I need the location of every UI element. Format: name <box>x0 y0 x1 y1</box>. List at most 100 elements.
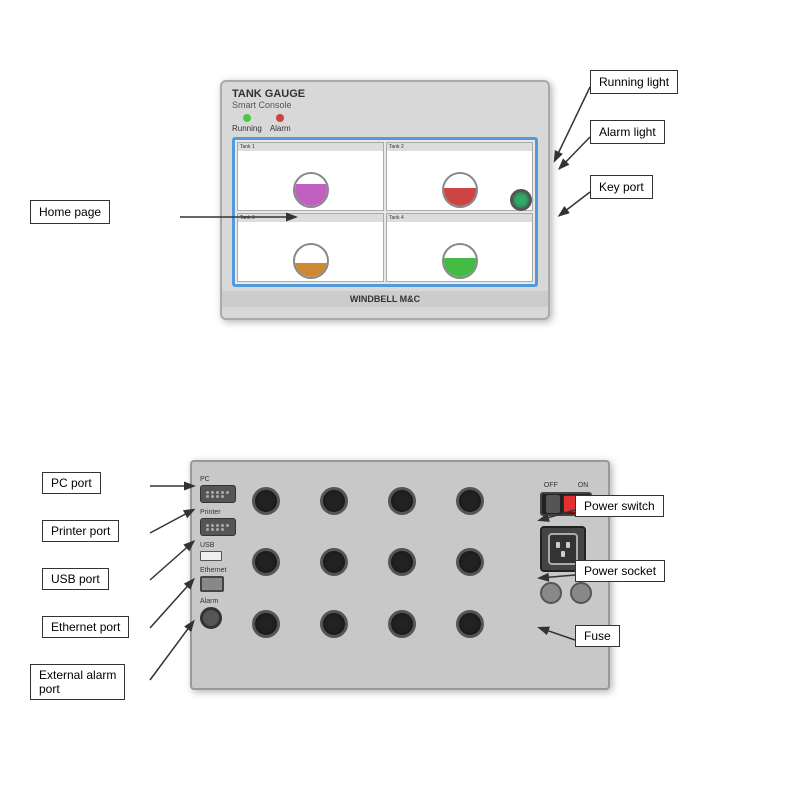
printer-port-label: Printer port <box>42 520 119 542</box>
pin <box>206 528 209 531</box>
tank-fill-4 <box>444 258 476 277</box>
power-socket-label: Power socket <box>575 560 665 582</box>
panel-title: TANK GAUGE <box>232 88 538 100</box>
pin <box>206 524 209 527</box>
tank-visual-1 <box>238 151 383 210</box>
pin <box>216 491 219 494</box>
external-alarm-label: External alarmport <box>30 664 125 700</box>
tank-cell-3: Tank 3 <box>237 213 384 282</box>
screen: Tank 1 Tank 2 Tank <box>232 137 538 287</box>
usb-port-label: USB port <box>42 568 109 590</box>
key-port-indicator[interactable] <box>510 189 532 211</box>
pin <box>226 491 229 494</box>
pin <box>206 491 209 494</box>
pc-port-label: PC port <box>42 472 101 494</box>
tank-header-2: Tank 2 <box>387 143 532 151</box>
running-light-label: Running light <box>590 70 678 94</box>
round-port-10[interactable] <box>320 610 348 638</box>
home-page-label: Home page <box>30 200 110 224</box>
round-port-12[interactable] <box>456 610 484 638</box>
tank-header-3: Tank 3 <box>238 214 383 222</box>
running-led <box>243 114 251 122</box>
indicator-row: Running Alarm <box>222 114 548 133</box>
running-label: Running <box>232 124 262 133</box>
round-port-9[interactable] <box>252 610 280 638</box>
brand-strip: WINDBELL M&C <box>222 291 548 307</box>
screen-inner: Tank 1 Tank 2 Tank <box>235 140 535 284</box>
round-port-11[interactable] <box>388 610 416 638</box>
ethernet-port-label: Ethernet port <box>42 616 129 638</box>
round-port-3[interactable] <box>388 487 416 515</box>
pin <box>221 524 224 527</box>
round-port-1[interactable] <box>252 487 280 515</box>
usb-label-small: USB <box>200 542 214 549</box>
fuse-cap-2[interactable] <box>570 582 592 604</box>
db9-pins-printer <box>206 524 230 531</box>
tank-fill-2 <box>444 188 476 206</box>
pin <box>216 528 219 531</box>
pc-db9[interactable] <box>200 485 236 503</box>
panel-header: TANK GAUGE Smart Console <box>222 82 548 112</box>
printer-port-item: Printer <box>200 509 236 536</box>
db9-pins-pc <box>206 491 230 498</box>
pc-port-item: PC <box>200 476 236 503</box>
iec-pin-g <box>561 551 565 557</box>
round-port-4[interactable] <box>456 487 484 515</box>
round-ports-grid <box>242 472 526 678</box>
alarm-connector[interactable] <box>200 607 222 629</box>
eth-label-small: Ethernet <box>200 567 226 574</box>
alarm-label-small: Alarm <box>200 598 218 605</box>
alarm-light-label: Alarm light <box>590 120 665 144</box>
alarm-port-item: Alarm <box>200 598 236 629</box>
tank-visual-4 <box>387 222 532 281</box>
tank-fill-3 <box>295 263 327 277</box>
panel-subtitle: Smart Console <box>232 100 538 110</box>
round-port-7[interactable] <box>388 548 416 576</box>
round-port-2[interactable] <box>320 487 348 515</box>
eth-port-item: Ethernet <box>200 567 236 592</box>
round-port-6[interactable] <box>320 548 348 576</box>
alarm-indicator: Alarm <box>270 114 291 133</box>
pin <box>206 495 209 498</box>
power-switch-label: Power switch <box>575 495 664 517</box>
external-alarm-text: External alarmport <box>39 668 116 696</box>
back-panel: PC Printer <box>190 460 610 690</box>
off-label: OFF <box>544 482 558 489</box>
alarm-label: Alarm <box>270 124 291 133</box>
port-column: PC Printer <box>200 472 236 678</box>
pin <box>226 524 229 527</box>
tank-header-1: Tank 1 <box>238 143 383 151</box>
top-section: TANK GAUGE Smart Console Running Alarm T… <box>0 60 800 400</box>
iec-pin-l <box>556 542 560 548</box>
pin <box>221 495 224 498</box>
fuse-cap-1[interactable] <box>540 582 562 604</box>
bottom-section: PC Printer <box>0 430 800 790</box>
printer-db9[interactable] <box>200 518 236 536</box>
fuse-label: Fuse <box>575 625 620 647</box>
switch-label-row: OFF ON <box>544 482 589 489</box>
pin <box>221 528 224 531</box>
printer-port-label-small: Printer <box>200 509 221 516</box>
round-port-8[interactable] <box>456 548 484 576</box>
pin <box>211 524 214 527</box>
iec-socket[interactable] <box>548 533 578 565</box>
pin <box>221 491 224 494</box>
pin <box>211 491 214 494</box>
back-panel-inner: PC Printer <box>192 462 608 688</box>
ethernet-connector[interactable] <box>200 576 224 592</box>
round-port-5[interactable] <box>252 548 280 576</box>
tank-cell-1: Tank 1 <box>237 142 384 211</box>
tank-header-4: Tank 4 <box>387 214 532 222</box>
tank-fill-1 <box>295 184 327 206</box>
iec-pin-row <box>556 542 570 548</box>
pin <box>211 528 214 531</box>
usb-port-connector[interactable] <box>200 551 222 561</box>
pin <box>216 495 219 498</box>
pin <box>216 524 219 527</box>
tank-circle-2 <box>442 172 478 208</box>
tank-circle-4 <box>442 243 478 279</box>
pc-port-label-small: PC <box>200 476 210 483</box>
usb-port-item: USB <box>200 542 236 561</box>
switch-off-side <box>546 495 560 513</box>
tank-cell-4: Tank 4 <box>386 213 533 282</box>
